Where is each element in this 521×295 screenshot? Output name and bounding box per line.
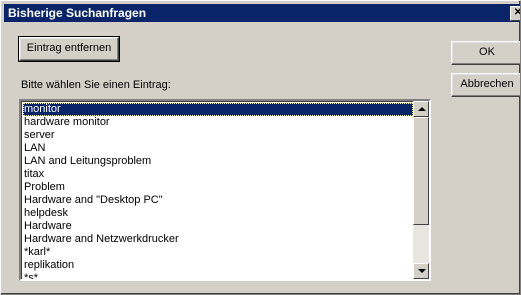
title-bar[interactable]: Bisherige Suchanfragen ✕ (4, 4, 520, 22)
list-item[interactable]: Hardware (23, 220, 413, 233)
list-item[interactable]: hardware monitor (23, 116, 413, 129)
list-item[interactable]: Hardware and "Desktop PC" (23, 194, 413, 207)
search-history-listbox[interactable]: monitor hardware monitor server LAN LAN and … (19, 99, 431, 281)
vertical-scrollbar[interactable] (413, 101, 429, 279)
arrow-up-icon (418, 107, 426, 111)
list-item[interactable]: Hardware and Netzwerkdrucker (23, 233, 413, 246)
list-item[interactable]: *karl* (23, 246, 413, 259)
list-item[interactable]: helpdesk (23, 207, 413, 220)
list-item[interactable]: replikation (23, 259, 413, 272)
list-item[interactable]: LAN (23, 142, 413, 155)
search-history-dialog: Bisherige Suchanfragen ✕ Eintrag entfern… (0, 0, 521, 295)
arrow-down-icon (418, 269, 426, 273)
list-prompt-label: Bitte wählen Sie einen Eintrag: (21, 79, 171, 91)
list-item[interactable]: Problem (23, 181, 413, 194)
list-item[interactable]: *s* (23, 272, 413, 279)
scroll-down-button[interactable] (413, 263, 429, 279)
close-icon[interactable]: ✕ (510, 6, 520, 21)
scrollbar-thumb[interactable] (413, 117, 429, 225)
list-item[interactable]: server (23, 129, 413, 142)
list-item[interactable]: LAN and Leitungsproblem (23, 155, 413, 168)
ok-button[interactable]: OK (451, 41, 520, 65)
list-item[interactable]: titax (23, 168, 413, 181)
scroll-up-button[interactable] (413, 101, 429, 117)
list-items-container: monitor hardware monitor server LAN LAN and … (23, 103, 413, 279)
list-item-selected[interactable]: monitor (23, 103, 413, 116)
dialog-title: Bisherige Suchanfragen (8, 6, 147, 20)
remove-entry-button[interactable]: Eintrag entfernen (18, 36, 120, 62)
cancel-button[interactable]: Abbrechen (451, 73, 520, 97)
